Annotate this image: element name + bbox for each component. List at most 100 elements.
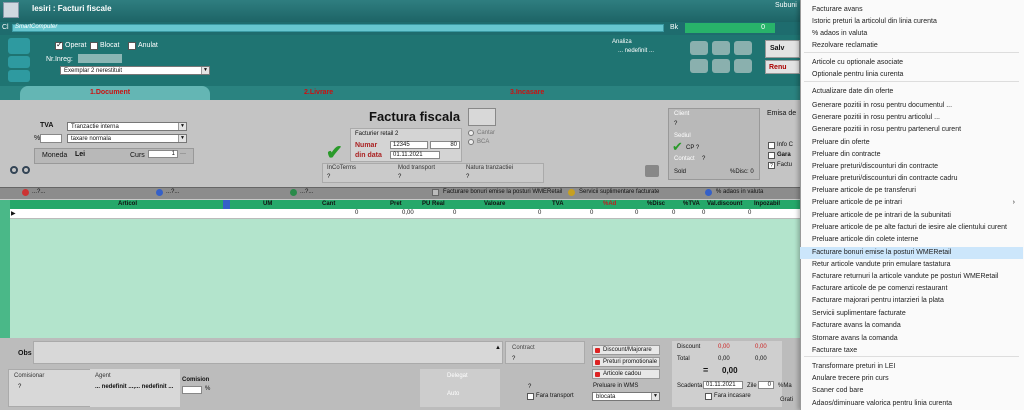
menu-item[interactable]: Transformare preturi in LEI: [800, 361, 1023, 373]
anulat-checkbox[interactable]: [128, 42, 136, 50]
sediu-value[interactable]: CP ?: [686, 145, 699, 151]
menu-item[interactable]: Articole cu optionale asociate: [800, 57, 1023, 69]
obs-field[interactable]: [33, 341, 503, 364]
tab-incasare[interactable]: 3.Incasare: [510, 89, 544, 96]
info-checkbox[interactable]: [768, 142, 775, 149]
scadenta-field[interactable]: 01.11.2021: [703, 381, 743, 389]
toolbar-item-1[interactable]: ...?...: [32, 189, 45, 195]
printer-icon[interactable]: [645, 165, 659, 177]
tva-select[interactable]: Tranzactie interna ▼: [67, 122, 187, 131]
menu-item[interactable]: Facturare avans: [800, 4, 1023, 16]
menu-item[interactable]: Retur articole vandute prin emulare tast…: [800, 259, 1023, 271]
client-search-field[interactable]: [12, 24, 664, 32]
cell-tva-pct[interactable]: 0: [702, 210, 705, 216]
toolbar-item-4[interactable]: Facturare bonuri emise la posturi WMERet…: [443, 189, 562, 195]
auto-value[interactable]: ?: [528, 384, 531, 390]
col-play-icon[interactable]: [223, 200, 230, 209]
menu-item[interactable]: Generare pozitii in rosu pentru document…: [800, 100, 1023, 112]
menu-item[interactable]: Adaos/diminuare valorica pentru linia cu…: [800, 398, 1023, 410]
help-icon[interactable]: ?: [768, 162, 775, 169]
numar-right-field[interactable]: 80: [430, 141, 460, 149]
menu-item[interactable]: Preluare preturi/discounturi din contrac…: [800, 161, 1023, 173]
menu-item[interactable]: Anulare trecere prin curs: [800, 373, 1023, 385]
menu-item[interactable]: Preluare preturi/discounturi din contrac…: [800, 173, 1023, 185]
contact-value[interactable]: ?: [702, 156, 705, 162]
preluare-wms-select[interactable]: blocata ▼: [592, 392, 660, 401]
col-cant[interactable]: Cant: [322, 201, 335, 207]
tab-document[interactable]: 1.Document: [90, 89, 130, 96]
toolbar-icon-2[interactable]: [712, 41, 730, 55]
menu-item[interactable]: Istoric preturi la articolul din linia c…: [800, 16, 1023, 28]
col-pu-real[interactable]: PU Real: [422, 201, 445, 207]
col-tva-pct[interactable]: %TVA: [683, 201, 700, 207]
taxare-select[interactable]: taxare normala ▼: [67, 134, 187, 143]
cell-tva[interactable]: 0: [590, 210, 593, 216]
col-articol[interactable]: Articol: [118, 201, 137, 207]
menu-item[interactable]: Facturare avans la comanda: [800, 320, 1023, 332]
percent-icon[interactable]: [705, 189, 712, 196]
col-ad[interactable]: %Ad: [603, 201, 616, 207]
menu-item[interactable]: Preluare articole de pe alte facturi de …: [800, 222, 1023, 234]
toolbar-icon-3[interactable]: [734, 41, 752, 55]
contract-value[interactable]: ?: [512, 356, 515, 362]
col-disc[interactable]: %Disc: [647, 201, 665, 207]
menu-item[interactable]: Generare pozitii in rosu pentru articolu…: [800, 112, 1023, 124]
col-valoare[interactable]: Valoare: [484, 201, 505, 207]
col-um[interactable]: UM: [263, 201, 272, 207]
cell-ad[interactable]: 0: [635, 210, 638, 216]
menu-item[interactable]: Scaner cod bare: [800, 385, 1023, 397]
menu-item[interactable]: Generare pozitii in rosu pentru partener…: [800, 124, 1023, 136]
menu-item[interactable]: Rezolvare reclamatie: [800, 40, 1023, 52]
menu-item[interactable]: Preluare articole de pe intrari de la su…: [800, 210, 1023, 222]
discount-majorare-button[interactable]: Discount/Majorare: [592, 345, 660, 355]
fara-incasare-checkbox[interactable]: [705, 393, 712, 400]
blocat-checkbox[interactable]: [90, 42, 98, 50]
pos-icon[interactable]: [432, 189, 439, 196]
toolbar-item-3[interactable]: ...?...: [300, 189, 313, 195]
doc-cloud-icon[interactable]: [8, 56, 30, 68]
doc-tool-icon[interactable]: [8, 38, 30, 54]
comision-field[interactable]: [182, 386, 202, 394]
blue-dot-icon[interactable]: [156, 189, 163, 196]
toolbar-icon-4[interactable]: [690, 59, 708, 73]
services-icon[interactable]: [568, 189, 575, 196]
natura-value[interactable]: ?: [466, 174, 469, 180]
menu-item[interactable]: Preluare articole din colete interne: [800, 234, 1023, 246]
col-tva[interactable]: TVA: [552, 201, 564, 207]
menu-item[interactable]: Preluare articole de pe intrari ›: [800, 197, 1023, 209]
green-dot-icon[interactable]: [290, 189, 297, 196]
toolbar-item-2[interactable]: ...?...: [166, 189, 179, 195]
nr-inreg-field[interactable]: [78, 54, 122, 63]
fara-transport-checkbox[interactable]: [527, 393, 534, 400]
menu-item[interactable]: Facturare majorari pentru intarzieri la …: [800, 295, 1023, 307]
toolbar-icon-6[interactable]: [734, 59, 752, 73]
comisionar-value[interactable]: ?: [18, 384, 21, 390]
tva-pct-field[interactable]: [40, 134, 62, 143]
cell-pret[interactable]: 0,00: [402, 210, 414, 216]
save-button[interactable]: Salv: [765, 40, 800, 58]
toolbar-item-6[interactable]: % adaos in valuta: [716, 189, 763, 195]
grid-body[interactable]: [10, 219, 800, 338]
operat-checkbox[interactable]: ✓: [55, 40, 63, 50]
incoterms-value[interactable]: ?: [327, 174, 330, 180]
menu-item[interactable]: Facturare returnuri la articole vandute …: [800, 271, 1023, 283]
curs-field[interactable]: 1: [148, 150, 178, 158]
menu-item[interactable]: % adaos in valuta: [800, 28, 1023, 40]
doc-image-icon[interactable]: [8, 70, 30, 82]
cell-pu-real[interactable]: 0: [453, 210, 456, 216]
cell-valoare[interactable]: 0: [538, 210, 541, 216]
toolbar-icon-1[interactable]: [690, 41, 708, 55]
cancel-button[interactable]: Renu: [765, 60, 800, 74]
cell-cant[interactable]: 0: [355, 210, 358, 216]
menu-item[interactable]: Facturare articole de pe comenzi restaur…: [800, 283, 1023, 295]
cantar-radio[interactable]: [468, 130, 474, 136]
gara-checkbox[interactable]: [768, 152, 775, 159]
green-value-field[interactable]: 0: [685, 23, 775, 33]
col-inpozabil[interactable]: Inpozabil: [754, 201, 780, 207]
obs-scroll-icon[interactable]: ▲: [495, 345, 501, 351]
mod-transport-value[interactable]: ?: [398, 174, 401, 180]
menu-item[interactable]: Preluare din contracte: [800, 149, 1023, 161]
toolbar-icon-5[interactable]: [712, 59, 730, 73]
exemplar-select[interactable]: Exemplar 2 nerestituit ▼: [60, 66, 210, 75]
data-field[interactable]: 01.11.2021: [390, 151, 440, 159]
